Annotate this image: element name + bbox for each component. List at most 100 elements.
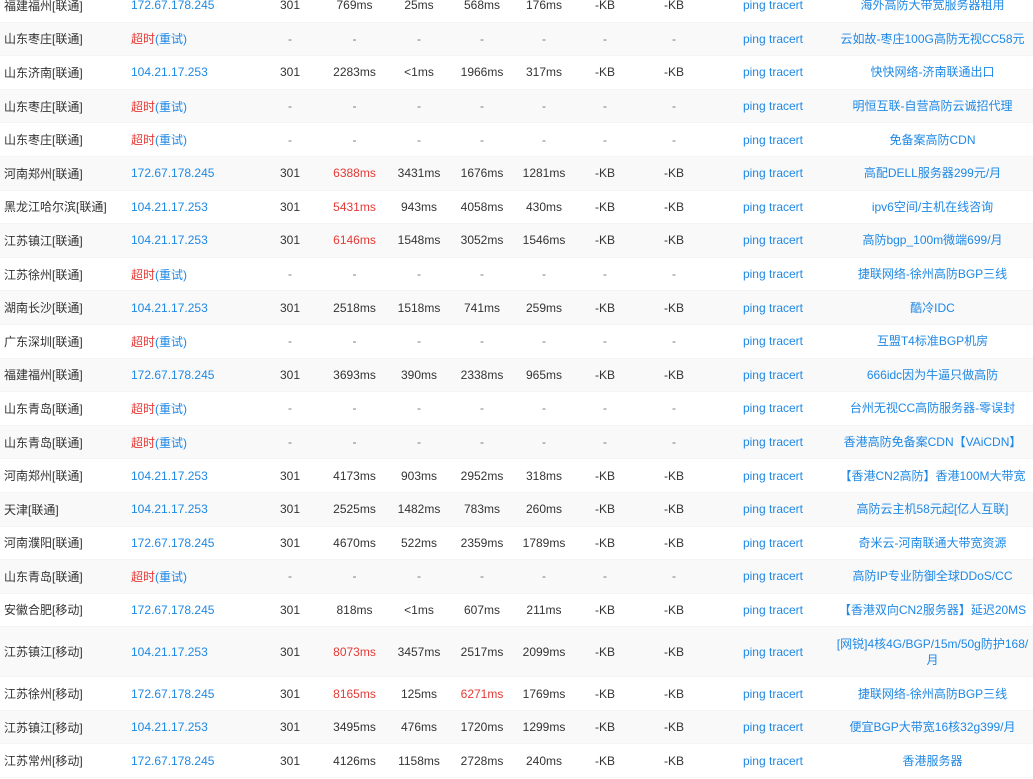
ping-link[interactable]: ping [743,99,766,113]
tracert-link[interactable]: tracert [769,65,803,79]
ping-link[interactable]: ping [743,334,766,348]
ip-address-link[interactable]: 172.67.178.245 [131,754,257,768]
sponsor-ad-link[interactable]: 云如故-枣庄100G高防无视CC58元 [832,31,1033,47]
ping-link[interactable]: ping [743,401,766,415]
ping-link[interactable]: ping [743,435,766,449]
sponsor-ad-link[interactable]: 免备案高防CDN [832,132,1033,148]
ping-link[interactable]: ping [743,502,766,516]
tracert-link[interactable]: tracert [769,469,803,483]
sponsor-ad-link[interactable]: 台州无视CC高防服务器-零误封 [832,400,1033,416]
sponsor-ad-link[interactable]: 高配DELL服务器299元/月 [832,165,1033,181]
sponsor-ad-link[interactable]: 666idc因为牛逼只做高防 [832,367,1033,383]
sponsor-ad-link[interactable]: 高防云主机58元起[亿人互联] [832,501,1033,517]
tracert-link[interactable]: tracert [769,603,803,617]
sponsor-ad-link[interactable]: 捷联网络-徐州高防BGP三线 [832,266,1033,282]
tracert-link[interactable]: tracert [769,166,803,180]
ip-address-link[interactable]: 104.21.17.253 [131,645,257,659]
tracert-link[interactable]: tracert [769,32,803,46]
retry-link[interactable]: (重试) [155,570,187,584]
tracert-link[interactable]: tracert [769,645,803,659]
tracert-link[interactable]: tracert [769,99,803,113]
sponsor-ad-link[interactable]: 高防bgp_100m微端699/月 [832,232,1033,248]
ping-link[interactable]: ping [743,65,766,79]
download-time-cell: 1769ms [522,686,566,701]
ping-link[interactable]: ping [743,32,766,46]
ping-link[interactable]: ping [743,133,766,147]
sponsor-ad-link[interactable]: [网锐]4核4G/BGP/15m/50g防护168/月 [832,636,1033,668]
location-cell: 天津[联通] [4,502,59,517]
ping-link[interactable]: ping [743,754,766,768]
ping-link[interactable]: ping [743,301,766,315]
ping-link[interactable]: ping [743,645,766,659]
tracert-link[interactable]: tracert [769,233,803,247]
sponsor-ad-link[interactable]: 香港高防免备案CDN【VAiCDN】 [832,434,1033,450]
ip-address-link[interactable]: 172.67.178.245 [131,687,257,701]
ip-address-link[interactable]: 172.67.178.245 [131,536,257,550]
ip-address-link[interactable]: 104.21.17.253 [131,65,257,79]
sponsor-ad-link[interactable]: 奇米云-河南联通大带宽资源 [832,535,1033,551]
sponsor-ad-link[interactable]: 互盟T4标准BGP机房 [832,333,1033,349]
resolve-time-cell: 25ms [404,0,434,13]
ip-address-link[interactable]: 172.67.178.245 [131,603,257,617]
sponsor-ad-link[interactable]: 【香港双向CN2服务器】延迟20MS [832,602,1033,618]
ping-link[interactable]: ping [743,603,766,617]
ip-address-link[interactable]: 104.21.17.253 [131,720,257,734]
empty-cell: - [672,401,676,416]
ping-link[interactable]: ping [743,267,766,281]
ping-link[interactable]: ping [743,166,766,180]
sponsor-ad-link[interactable]: 香港服务器 [832,753,1033,769]
retry-link[interactable]: (重试) [155,402,187,416]
sponsor-ad-link[interactable]: 海外高防大带宽服务器租用 [832,0,1033,13]
table-row: 天津[联通] 104.21.17.253 301 2525ms 1482ms 783ms 2… [0,492,1033,527]
retry-link[interactable]: (重试) [155,268,187,282]
tracert-link[interactable]: tracert [769,301,803,315]
tracert-link[interactable]: tracert [769,435,803,449]
sponsor-ad-link[interactable]: 明恒互联-自营高防云诚招代理 [832,98,1033,114]
ip-address-link[interactable]: 172.67.178.245 [131,368,257,382]
ip-address-link[interactable]: 172.67.178.245 [131,166,257,180]
retry-link[interactable]: (重试) [155,335,187,349]
ip-address-link[interactable]: 104.21.17.253 [131,233,257,247]
tracert-link[interactable]: tracert [769,0,803,12]
ip-address-link[interactable]: 104.21.17.253 [131,469,257,483]
tracert-link[interactable]: tracert [769,687,803,701]
sponsor-ad-link[interactable]: 捷联网络-徐州高防BGP三线 [832,686,1033,702]
ip-address-link[interactable]: 104.21.17.253 [131,200,257,214]
tracert-link[interactable]: tracert [769,720,803,734]
tracert-link[interactable]: tracert [769,536,803,550]
sponsor-ad-link[interactable]: 【香港CN2高防】香港100M大带宽 [832,468,1033,484]
sponsor-ad-link[interactable]: 便宜BGP大带宽16核32g399/月 [832,719,1033,735]
ping-link[interactable]: ping [743,720,766,734]
tracert-link[interactable]: tracert [769,569,803,583]
retry-link[interactable]: (重试) [155,436,187,450]
tracert-link[interactable]: tracert [769,267,803,281]
resolve-time-cell: 390ms [400,367,438,382]
ip-address-link[interactable]: 104.21.17.253 [131,301,257,315]
sponsor-ad-link[interactable]: ipv6空间/主机在线咨询 [832,199,1033,215]
retry-link[interactable]: (重试) [155,133,187,147]
connect-time-cell: 568ms [463,0,501,13]
sponsor-ad-link[interactable]: 快快网络-济南联通出口 [832,64,1033,80]
ping-link[interactable]: ping [743,536,766,550]
ping-link[interactable]: ping [743,233,766,247]
tracert-link[interactable]: tracert [769,401,803,415]
tracert-link[interactable]: tracert [769,334,803,348]
ping-link[interactable]: ping [743,368,766,382]
retry-link[interactable]: (重试) [155,32,187,46]
tracert-link[interactable]: tracert [769,133,803,147]
tracert-link[interactable]: tracert [769,200,803,214]
ping-link[interactable]: ping [743,200,766,214]
retry-link[interactable]: (重试) [155,100,187,114]
tracert-link[interactable]: tracert [769,754,803,768]
tracert-link[interactable]: tracert [769,502,803,516]
sponsor-ad-link[interactable]: 高防IP专业防御全球DDoS/CC [832,568,1033,584]
ping-link[interactable]: ping [743,687,766,701]
ip-address-link[interactable]: 172.67.178.245 [131,0,257,12]
ping-link[interactable]: ping [743,469,766,483]
ip-address-link[interactable]: 104.21.17.253 [131,502,257,516]
tracert-link[interactable]: tracert [769,368,803,382]
ping-link[interactable]: ping [743,0,766,12]
empty-cell: - [417,569,421,584]
sponsor-ad-link[interactable]: 酷冷IDC [832,300,1033,316]
ping-link[interactable]: ping [743,569,766,583]
